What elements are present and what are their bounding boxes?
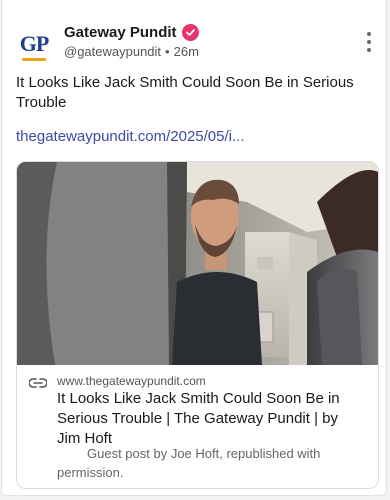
post-time: 26m	[173, 44, 199, 59]
avatar-logo-text: GP	[19, 31, 50, 56]
author-name[interactable]: Gateway Pundit	[64, 24, 177, 41]
more-options-icon[interactable]	[366, 32, 372, 52]
avatar[interactable]: GP	[16, 26, 52, 62]
preview-domain: www.thegatewaypundit.com	[57, 374, 206, 388]
verified-badge-icon	[181, 24, 199, 41]
meta-separator: •	[165, 44, 170, 59]
author-name-row[interactable]: Gateway Pundit	[64, 24, 199, 41]
post-text: It Looks Like Jack Smith Could Soon Be i…	[16, 74, 354, 111]
post-card[interactable]: GP Gateway Pundit @gatewaypundit • 26m It …	[1, 0, 387, 496]
author-meta: @gatewaypundit • 26m	[64, 44, 199, 59]
author-handle: @gatewaypundit	[64, 44, 162, 59]
post-link[interactable]: thegatewaypundit.com/2025/05/i...	[16, 128, 245, 145]
link-icon	[29, 378, 47, 388]
preview-description: Guest post by Joe Hoft, republished with…	[57, 446, 321, 480]
preview-image	[17, 162, 378, 365]
link-preview-card[interactable]: www.thegatewaypundit.com It Looks Like J…	[16, 161, 379, 489]
avatar-logo-underline	[22, 58, 46, 61]
preview-title[interactable]: It Looks Like Jack Smith Could Soon Be i…	[57, 389, 365, 449]
